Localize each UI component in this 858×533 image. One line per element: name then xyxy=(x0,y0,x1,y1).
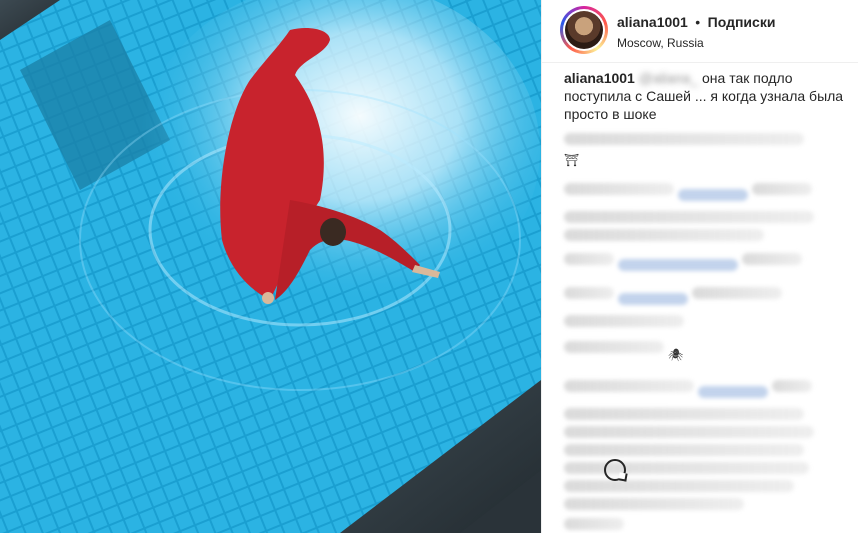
blurred-comment xyxy=(564,177,844,205)
header-text: aliana1001 • Подписки Moscow, Russia xyxy=(617,14,775,50)
likes-summary xyxy=(564,492,764,516)
blurred-comment-line xyxy=(564,133,804,145)
avatar-image xyxy=(565,11,603,49)
comments-section: aliana1001 @aliana_ она так подло поступ… xyxy=(564,69,844,498)
comment-emoji: ⛩ xyxy=(564,153,580,167)
location-link[interactable]: Moscow, Russia xyxy=(617,36,775,50)
post-timestamp xyxy=(564,518,644,530)
blurred-comment xyxy=(564,247,844,275)
post-photo[interactable] xyxy=(0,0,541,533)
blurred-comment xyxy=(564,281,844,327)
username-link[interactable]: aliana1001 xyxy=(617,14,688,30)
caption: aliana1001 @aliana_ она так подло поступ… xyxy=(564,69,844,123)
action-bar xyxy=(542,455,858,485)
blurred-mention: @aliana_ xyxy=(638,70,699,86)
post-sidebar: aliana1001 • Подписки Moscow, Russia ali… xyxy=(541,0,858,533)
pool-image xyxy=(0,0,541,533)
blurred-comment: 🕷 xyxy=(564,335,844,364)
post-header: aliana1001 • Подписки Moscow, Russia xyxy=(542,0,858,63)
avatar[interactable] xyxy=(563,9,605,51)
story-ring[interactable] xyxy=(560,6,608,54)
caption-username[interactable]: aliana1001 xyxy=(564,70,635,86)
comment-icon[interactable] xyxy=(604,459,626,481)
blurred-comment xyxy=(564,211,844,241)
spider-emoji: 🕷 xyxy=(667,348,684,362)
separator: • xyxy=(695,14,701,30)
following-button[interactable]: Подписки xyxy=(708,14,776,30)
